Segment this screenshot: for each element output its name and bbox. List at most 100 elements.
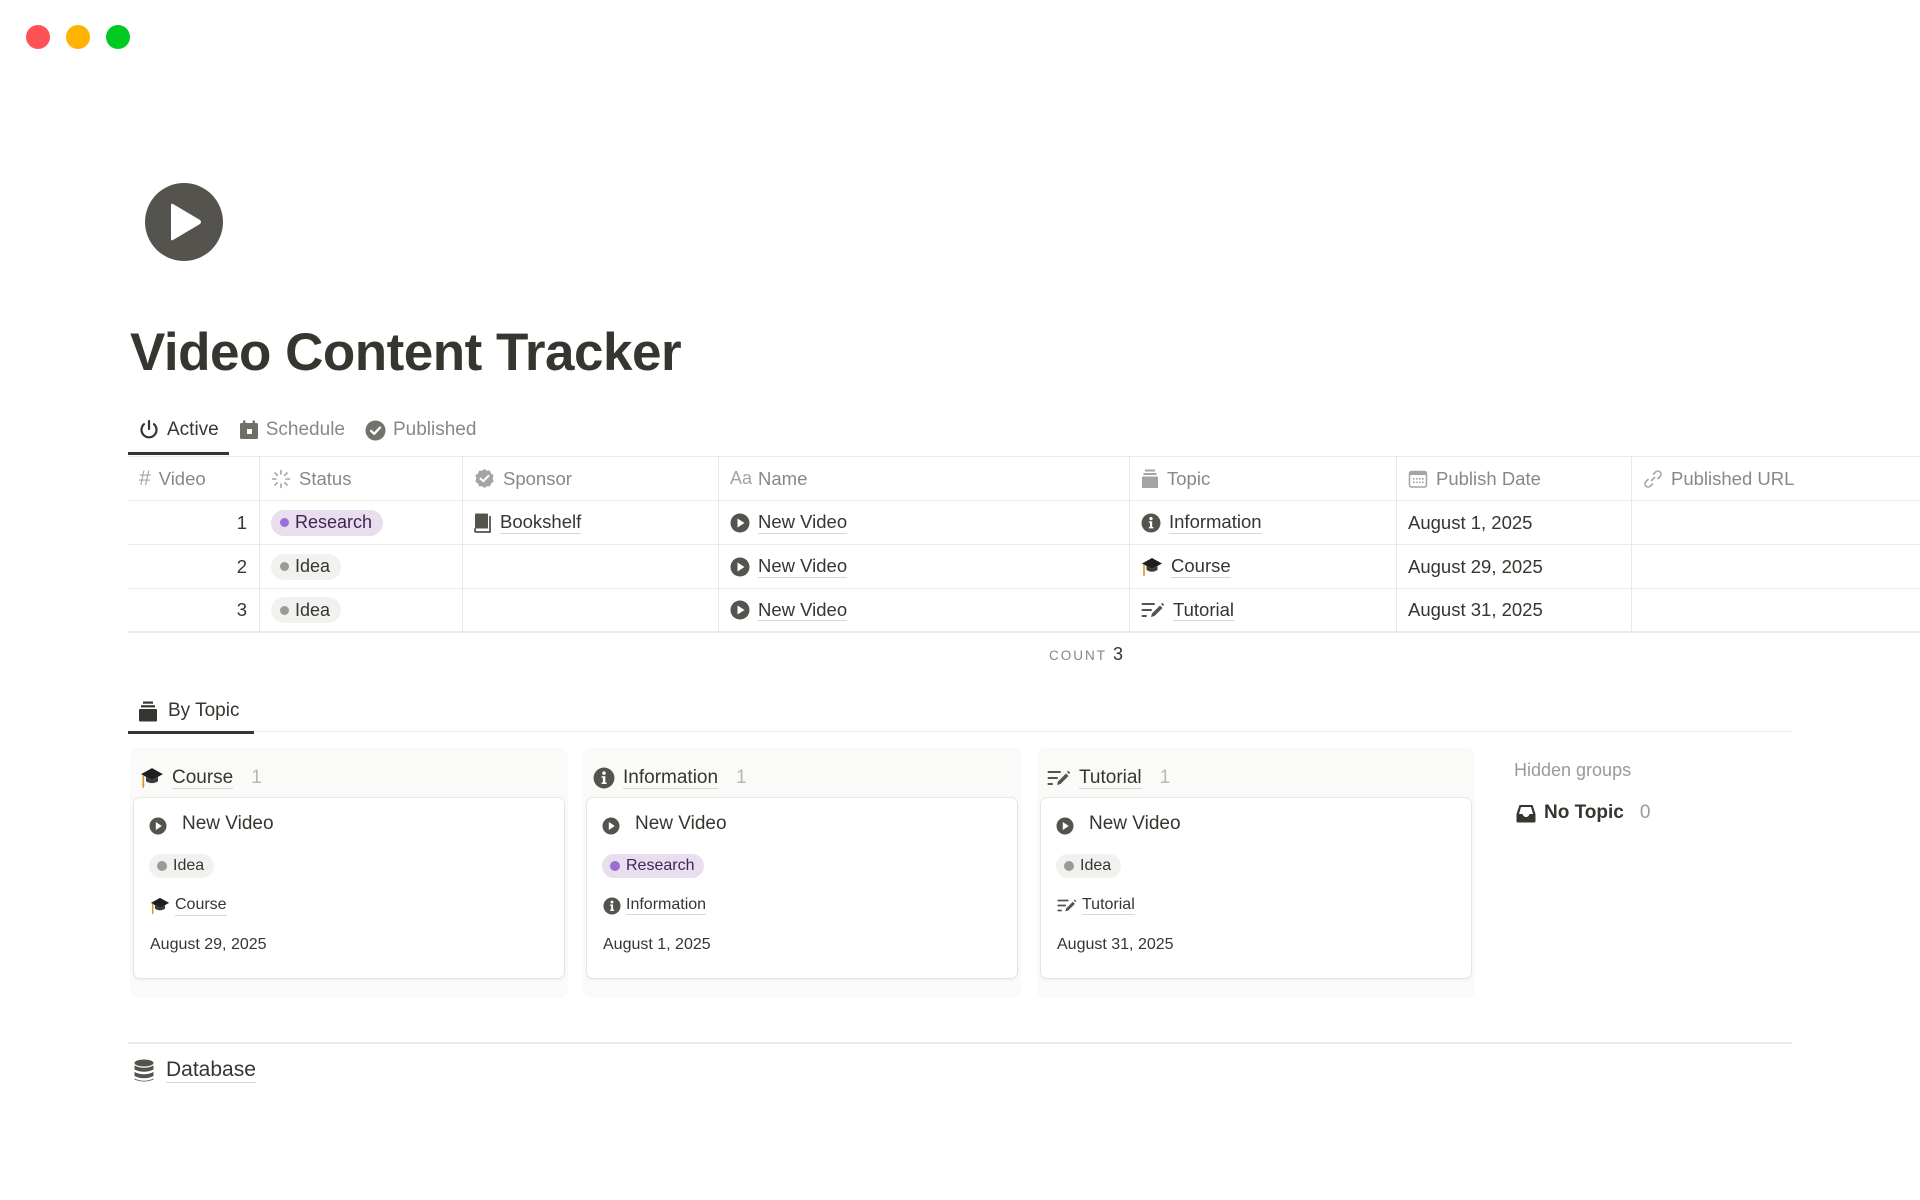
video-number-cell: 3 — [128, 589, 260, 631]
card-topic[interactable]: Tutorial — [1057, 896, 1135, 916]
calendar-icon — [1408, 470, 1428, 488]
board-card[interactable]: New Video Research Information August 1,… — [587, 798, 1017, 978]
status-text: Idea — [173, 857, 205, 874]
status-cell[interactable]: Idea — [260, 589, 463, 631]
book-icon — [474, 513, 491, 533]
topic-link[interactable]: Information — [1169, 511, 1262, 534]
published-url-cell[interactable] — [1632, 545, 1920, 588]
active-table: # Video Status Sponsor Aa Name Topic Pub… — [128, 456, 1920, 633]
column-header-status[interactable]: Status — [260, 457, 463, 500]
table-count[interactable]: COUNT 3 — [1049, 644, 1123, 665]
publish-date-cell[interactable]: August 31, 2025 — [1397, 589, 1632, 631]
column-header-video[interactable]: # Video — [128, 457, 260, 500]
page-link[interactable]: New Video — [758, 511, 848, 534]
board-card[interactable]: New Video Idea Course August 29, 2025 — [134, 798, 564, 978]
column-label: Published URL — [1671, 467, 1795, 489]
group-count: 1 — [1159, 767, 1171, 788]
page-icon[interactable] — [144, 182, 224, 262]
column-header-topic[interactable]: Topic — [1130, 457, 1397, 500]
group-header[interactable]: Information 1 — [593, 758, 747, 798]
topic-cell[interactable]: Tutorial — [1130, 589, 1397, 631]
topic-cell[interactable]: Information — [1130, 501, 1397, 544]
card-title-text: New Video — [635, 813, 727, 834]
tab-active[interactable]: Active — [128, 410, 229, 455]
play-circle-icon — [1056, 817, 1074, 835]
column-header-published-url[interactable]: Published URL — [1632, 457, 1920, 500]
card-topic[interactable]: Course — [150, 896, 227, 916]
column-label: Name — [758, 467, 808, 489]
column-label: Topic — [1167, 467, 1211, 489]
play-circle-icon — [149, 817, 167, 835]
card-topic[interactable]: Information — [603, 896, 707, 916]
table-row[interactable]: 2 Idea New Video Course August 29, 2025 — [128, 545, 1920, 589]
card-title-text: New Video — [1089, 813, 1181, 834]
card-date: August 29, 2025 — [150, 936, 267, 953]
publish-date-cell[interactable]: August 1, 2025 — [1397, 501, 1632, 544]
status-cell[interactable]: Research — [260, 501, 463, 544]
table-row[interactable]: 3 Idea New Video Tutorial August 31, 202… — [128, 589, 1920, 633]
name-cell[interactable]: New Video — [719, 589, 1130, 631]
card-title[interactable]: New Video — [1055, 812, 1181, 836]
column-header-sponsor[interactable]: Sponsor — [463, 457, 719, 500]
card-title[interactable]: New Video — [601, 812, 727, 836]
status-badge: Research — [271, 509, 384, 536]
count-value: 3 — [1113, 644, 1124, 664]
status-badge: Idea — [149, 854, 215, 878]
column-header-name[interactable]: Aa Name — [719, 457, 1130, 500]
status-badge: Idea — [271, 553, 342, 580]
group-title[interactable]: Information — [623, 767, 719, 790]
edit-lines-icon — [1047, 768, 1071, 788]
tab-published[interactable]: Published — [355, 410, 486, 450]
sponsor-cell[interactable]: Bookshelf — [463, 501, 719, 544]
card-topic-link[interactable]: Course — [175, 896, 227, 916]
status-text: Idea — [295, 599, 331, 620]
play-circle-icon — [602, 817, 620, 835]
hidden-groups-label: Hidden groups — [1514, 760, 1632, 780]
published-url-cell[interactable] — [1632, 589, 1920, 631]
sponsor-cell[interactable] — [463, 589, 719, 631]
group-title[interactable]: Course — [172, 767, 234, 790]
topic-link[interactable]: Tutorial — [1173, 599, 1235, 622]
card-topic-link[interactable]: Information — [626, 896, 707, 916]
page-link[interactable]: New Video — [758, 555, 848, 578]
sponsor-cell[interactable] — [463, 545, 719, 588]
video-number-cell: 2 — [128, 545, 260, 588]
status-text: Research — [295, 512, 373, 532]
column-label: Status — [299, 467, 352, 489]
hidden-group-no-topic[interactable]: No Topic 0 — [1516, 802, 1650, 824]
topic-link[interactable]: Course — [1171, 555, 1231, 578]
tab-schedule[interactable]: Schedule — [229, 410, 355, 450]
published-url-cell[interactable] — [1632, 501, 1920, 544]
edit-lines-icon — [1141, 602, 1165, 617]
board-card[interactable]: New Video Idea Tutorial August 31, 2025 — [1041, 798, 1471, 978]
window-zoom-button[interactable] — [106, 25, 130, 49]
group-header[interactable]: Tutorial 1 — [1047, 758, 1170, 798]
card-topic-link[interactable]: Tutorial — [1082, 896, 1135, 916]
window-close-button[interactable] — [26, 25, 50, 49]
window-minimize-button[interactable] — [66, 25, 90, 49]
stack-icon — [139, 701, 157, 721]
table-row[interactable]: 1 Research Bookshelf New Video Informati… — [128, 501, 1920, 545]
tab-label: Active — [167, 419, 219, 440]
column-label: Sponsor — [503, 467, 572, 489]
hidden-group-count: 0 — [1639, 802, 1651, 823]
column-header-publish-date[interactable]: Publish Date — [1397, 457, 1632, 500]
hash-icon: # — [139, 466, 151, 490]
play-circle-icon — [730, 600, 750, 620]
card-title[interactable]: New Video — [148, 812, 274, 836]
group-title[interactable]: Tutorial — [1079, 767, 1142, 790]
view-tabs: Active Schedule Published — [128, 410, 486, 456]
page-link[interactable]: New Video — [758, 599, 848, 622]
section-divider — [128, 1042, 1792, 1044]
check-circle-icon — [365, 420, 386, 440]
topic-cell[interactable]: Course — [1130, 545, 1397, 588]
group-header[interactable]: Course 1 — [140, 758, 262, 798]
status-cell[interactable]: Idea — [260, 545, 463, 588]
tab-by-topic[interactable]: By Topic — [128, 690, 254, 734]
database-link[interactable]: Database — [134, 1058, 256, 1084]
graduation-cap-icon — [150, 896, 170, 916]
name-cell[interactable]: New Video — [719, 545, 1130, 588]
sponsor-link[interactable]: Bookshelf — [500, 511, 582, 534]
name-cell[interactable]: New Video — [719, 501, 1130, 544]
publish-date-cell[interactable]: August 29, 2025 — [1397, 545, 1632, 588]
